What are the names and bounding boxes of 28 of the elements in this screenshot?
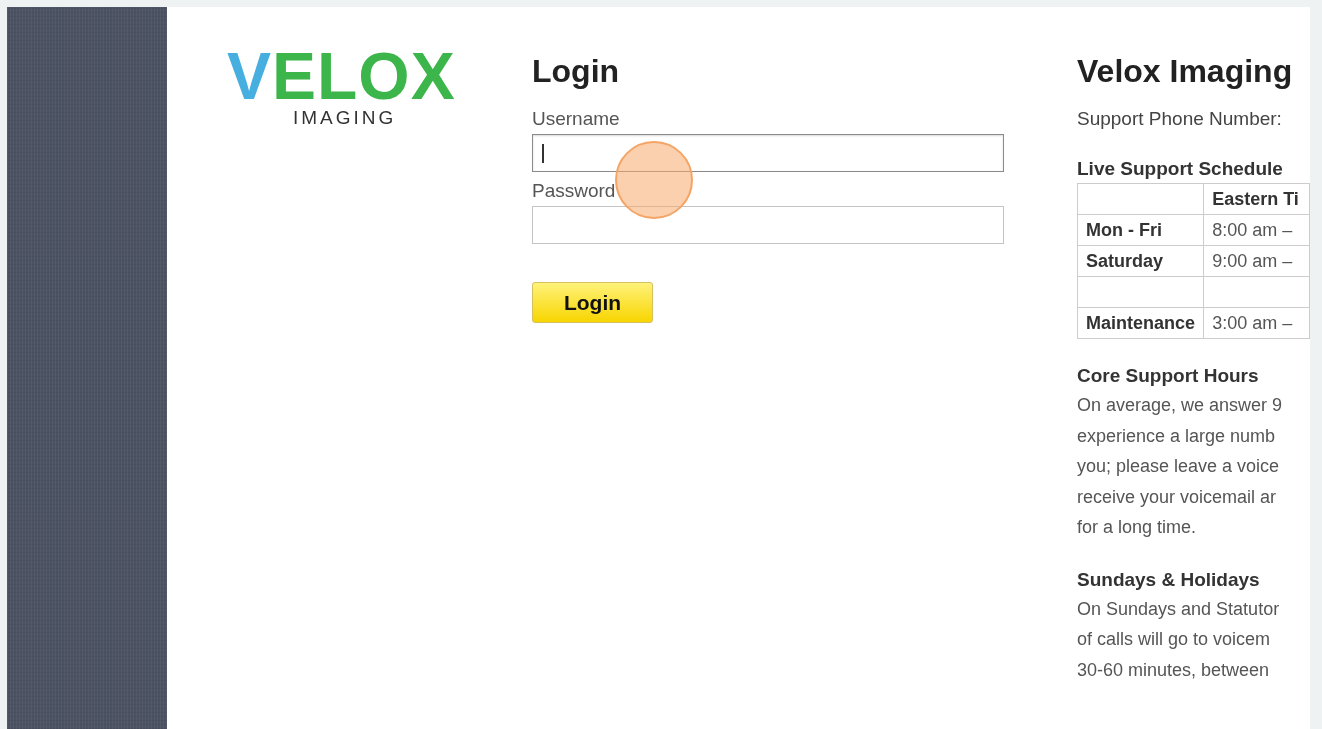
table-cell: Maintenance [1077, 307, 1204, 339]
table-cell: 3:00 am – [1203, 307, 1310, 339]
section-heading: Live Support Schedule [1077, 158, 1284, 180]
login-heading: Login [532, 53, 621, 90]
field-label: Password [532, 180, 617, 202]
logo-subtitle: IMAGING [293, 107, 397, 129]
paragraph-line: receive your voicemail ar [1077, 485, 1278, 509]
login-button[interactable]: Login [532, 282, 653, 323]
section-heading: Core Support Hours [1077, 365, 1260, 387]
phone-label: Support Phone Number: [1077, 108, 1283, 130]
section-heading: Sundays & Holidays [1077, 568, 1261, 591]
paragraph-line: On average, we answer 9 [1077, 394, 1284, 417]
table-cell: Mon - Fri [1077, 214, 1204, 246]
table-cell: 8:00 am – [1203, 214, 1310, 246]
paragraph-line: for a long time. [1077, 516, 1198, 539]
paragraph-line: you; please leave a voice [1077, 455, 1281, 478]
table-cell: 9:00 am – [1203, 245, 1310, 277]
table-cell: Saturday [1077, 245, 1204, 277]
paragraph-line: experience a large numb [1077, 424, 1277, 448]
info-heading: Velox Imaging [1077, 53, 1294, 90]
field-label: Username [532, 108, 621, 130]
table-header: Eastern Ti [1203, 183, 1310, 215]
input-field[interactable] [532, 206, 1004, 244]
input-field[interactable] [532, 134, 1004, 172]
paragraph-line: 30-60 minutes, between [1077, 658, 1271, 682]
paragraph-line: On Sundays and Statutor [1077, 597, 1281, 621]
logo-wordmark: VELOX [227, 45, 456, 107]
paragraph-line: of calls will go to voicem [1077, 628, 1272, 651]
